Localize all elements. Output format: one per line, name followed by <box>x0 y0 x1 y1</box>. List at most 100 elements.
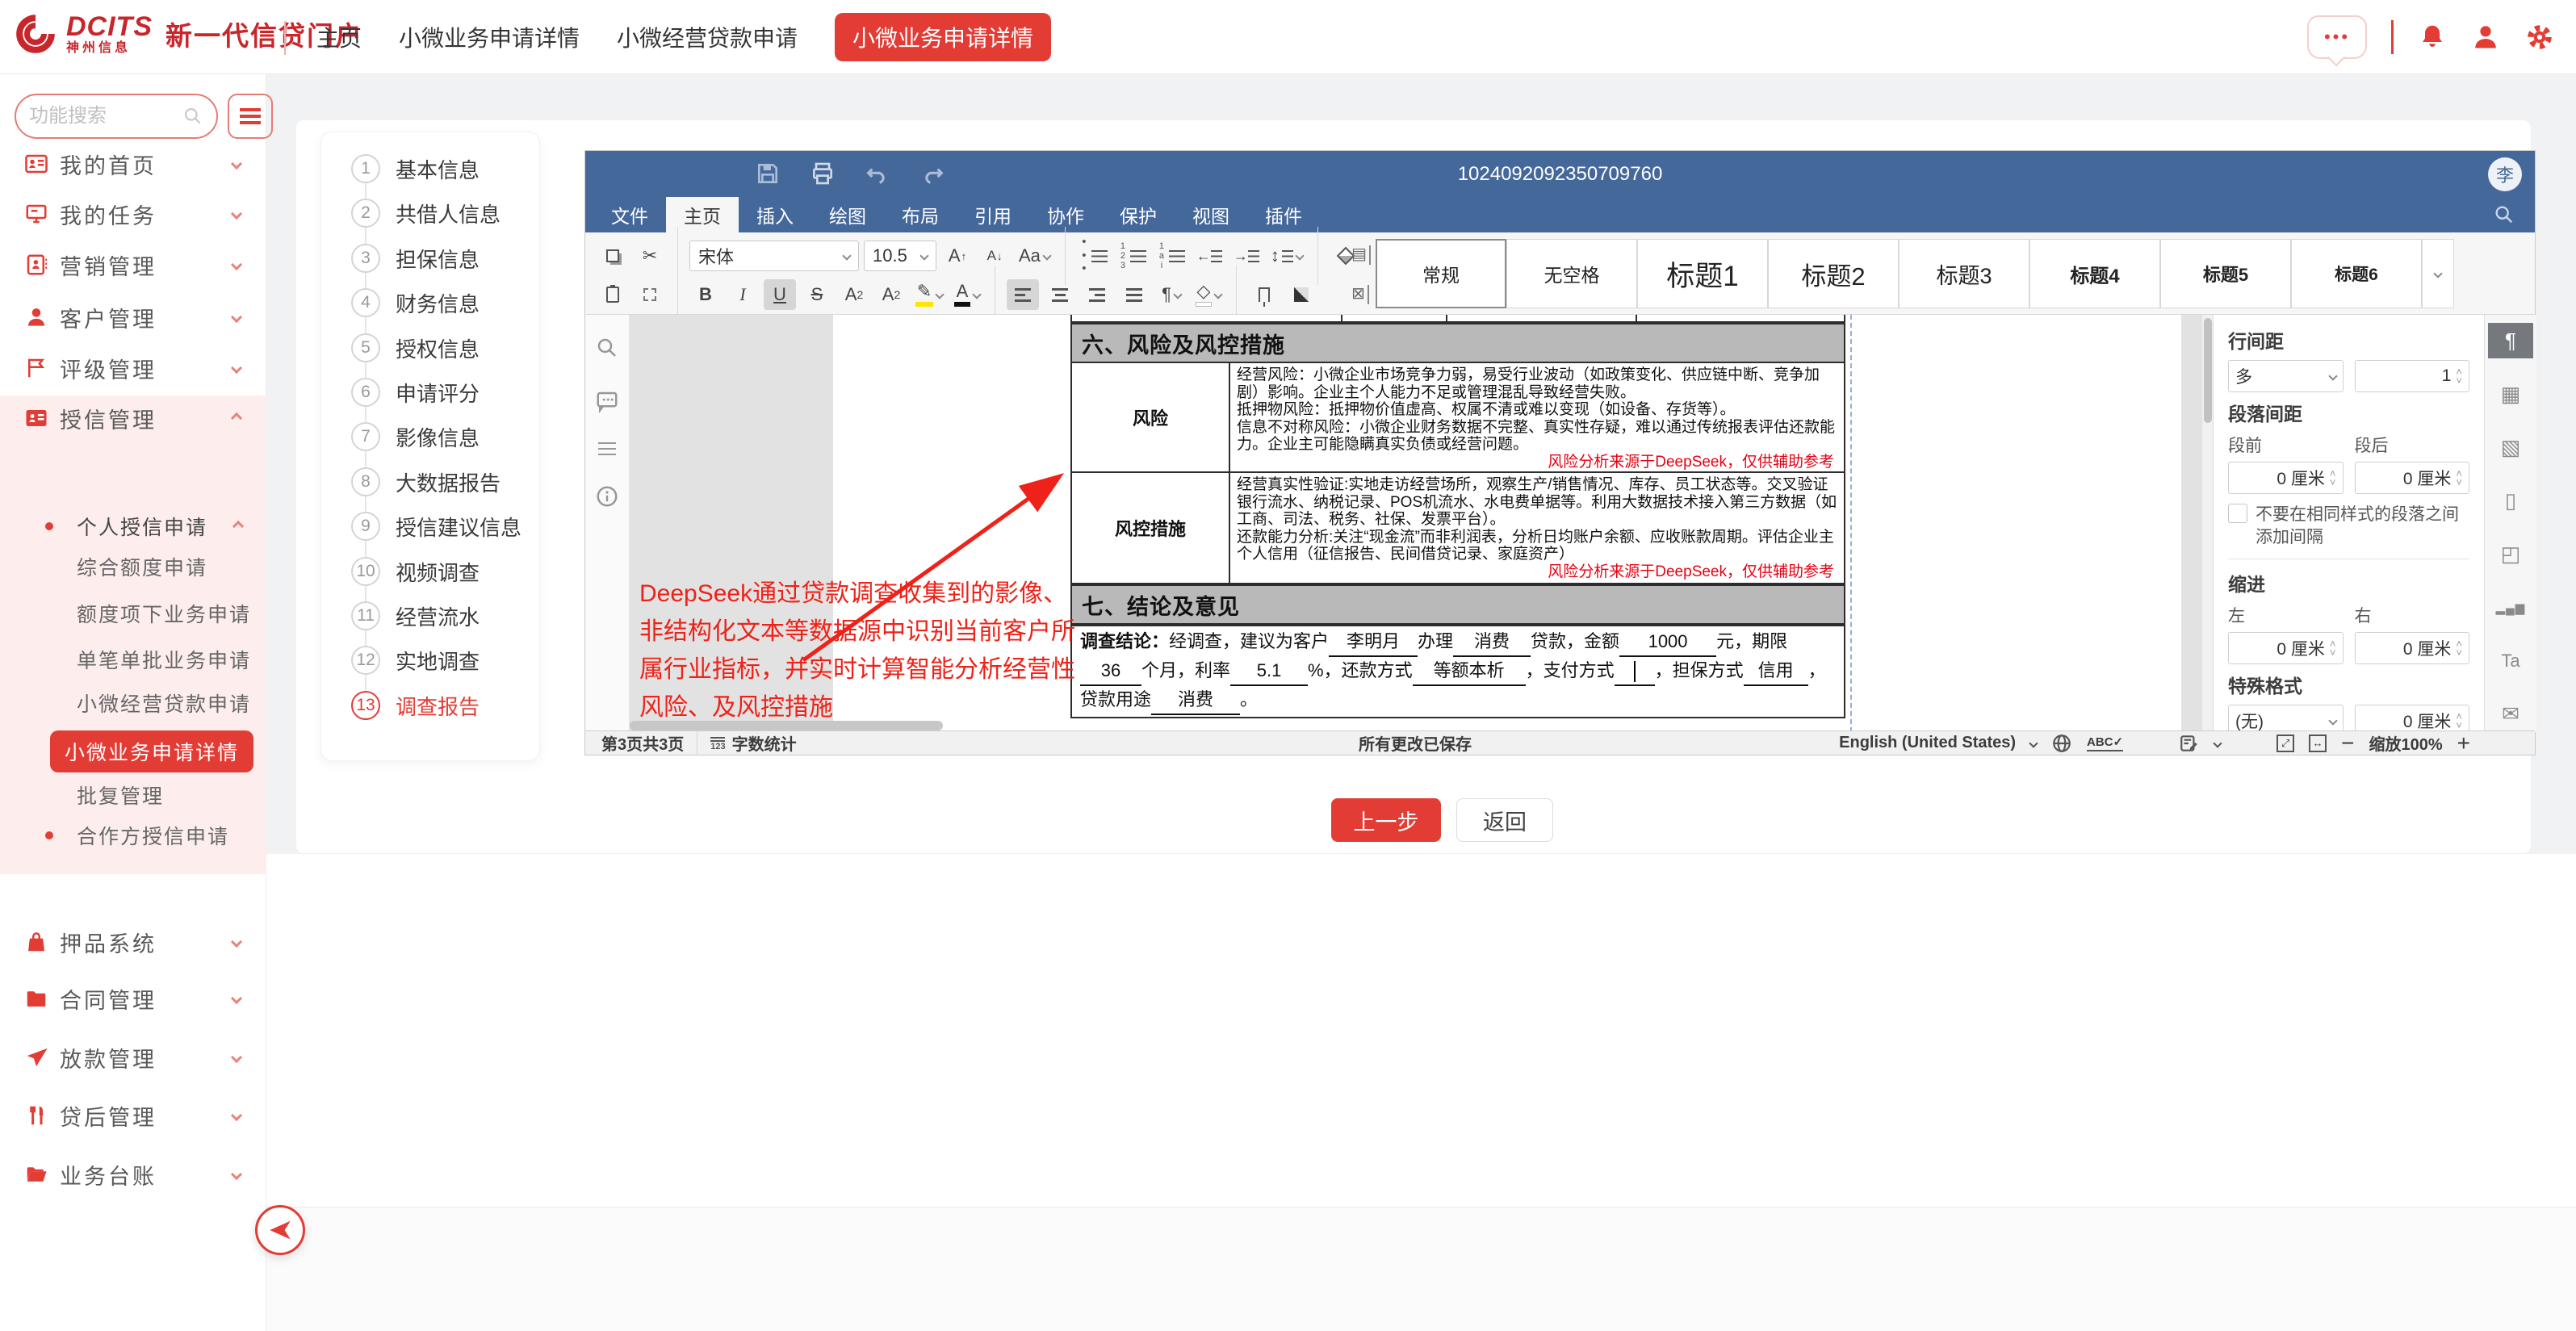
step-5[interactable]: 5授权信息 <box>321 326 541 370</box>
sidebar-item-marketing[interactable]: 营销管理 <box>0 245 266 284</box>
back-button[interactable]: 返回 <box>1456 798 1553 842</box>
field-amount[interactable]: 1000 <box>1619 628 1716 657</box>
numbered-list-button[interactable]: 123 <box>1116 241 1150 271</box>
sidebar-item-partner-credit[interactable]: 合作方授信申请 <box>0 818 266 853</box>
style-heading4[interactable]: 标题4 <box>2029 239 2160 308</box>
search-input[interactable] <box>29 105 182 128</box>
line-spacing-number[interactable]: 1˄˅ <box>2355 360 2470 392</box>
sidebar-item-disbursement[interactable]: 放款管理 <box>0 1038 266 1077</box>
step-7[interactable]: 7影像信息 <box>321 415 541 458</box>
collapse-sidebar-button[interactable] <box>255 1205 305 1255</box>
font-name-select[interactable]: 宋体 <box>689 241 859 271</box>
style-border-button[interactable]: ⊠ <box>1351 283 1371 303</box>
step-2[interactable]: 2共借人信息 <box>321 191 541 235</box>
paragraph-shading-button[interactable]: ◇ <box>1192 279 1225 310</box>
find-icon[interactable] <box>595 336 619 360</box>
globe-icon[interactable] <box>2051 733 2072 754</box>
paragraph-settings-icon[interactable]: ¶ <box>2488 323 2533 358</box>
sidebar-item-single-batch-apply[interactable]: 单笔单批业务申请 <box>0 642 266 677</box>
step-6[interactable]: 6申请评分 <box>321 370 541 414</box>
style-normal[interactable]: 常规 <box>1376 239 1506 308</box>
zoom-in-button[interactable]: + <box>2457 730 2470 756</box>
word-count-button[interactable]: 字数统计 <box>732 731 797 755</box>
grow-font-button[interactable]: A↑ <box>941 241 974 271</box>
bullet-list-button[interactable]: ••• <box>1077 241 1111 271</box>
avatar[interactable]: 李 <box>2488 157 2522 191</box>
track-changes-icon[interactable] <box>2179 733 2200 754</box>
superscript-button[interactable]: A2 <box>838 279 870 310</box>
special-format-select[interactable]: (无) <box>2228 705 2344 732</box>
nav-tab-micro-loan-apply[interactable]: 小微经营贷款申请 <box>617 21 798 53</box>
field-customer[interactable]: 李明月 <box>1329 628 1418 657</box>
page-mark-button[interactable] <box>1285 279 1317 310</box>
menu-tab-insert[interactable]: 插入 <box>739 197 811 232</box>
decrease-indent-button[interactable]: ← <box>1193 241 1225 271</box>
font-color-button[interactable]: A <box>951 279 983 310</box>
sidebar-item-approval-mgmt[interactable]: 批复管理 <box>0 777 266 813</box>
fit-width-button[interactable]: ↔ <box>2309 735 2327 752</box>
style-no-spacing[interactable]: 无空格 <box>1506 239 1637 308</box>
menu-tab-references[interactable]: 引用 <box>957 197 1029 232</box>
step-12[interactable]: 12实地调查 <box>321 638 541 682</box>
no-gap-checkbox-row[interactable]: 不要在相同样式的段落之间添加间隔 <box>2228 504 2469 549</box>
spacing-before-input[interactable]: 0 厘米˄˅ <box>2228 462 2344 494</box>
subscript-button[interactable]: A2 <box>875 279 907 310</box>
menu-tab-protection[interactable]: 保护 <box>1102 197 1175 232</box>
search-icon[interactable] <box>2493 203 2515 226</box>
special-format-size[interactable]: 0 厘米˄˅ <box>2355 705 2470 732</box>
change-case-button[interactable]: Aa <box>1016 241 1053 271</box>
nav-tab-micro-detail-active[interactable]: 小微业务申请详情 <box>835 13 1051 61</box>
sidebar-item-credit[interactable]: 授信管理 <box>0 399 266 437</box>
menu-tab-file[interactable]: 文件 <box>593 197 666 232</box>
field-repayment[interactable]: 等额本析 <box>1413 657 1526 686</box>
sidebar-item-contract[interactable]: 合同管理 <box>0 979 266 1018</box>
step-1[interactable]: 1基本信息 <box>321 147 541 190</box>
bold-button[interactable]: B <box>689 279 722 310</box>
font-size-select[interactable]: 10.5 <box>864 241 936 271</box>
line-spacing-button[interactable]: ↕ <box>1267 241 1306 271</box>
table-settings-icon[interactable]: ▦ <box>2488 376 2533 412</box>
vertical-scrollbar-track[interactable] <box>2201 315 2213 732</box>
styles-more-button[interactable] <box>2422 239 2454 308</box>
cut-button[interactable]: ✂ <box>634 241 666 271</box>
bell-icon[interactable] <box>2418 23 2447 52</box>
sidebar-item-collateral[interactable]: 押品系统 <box>0 923 266 961</box>
line-spacing-select[interactable]: 多 <box>2228 360 2344 392</box>
previous-step-button[interactable]: 上一步 <box>1331 798 1441 842</box>
nav-tab-home[interactable]: 主页 <box>316 21 362 53</box>
text-art-icon[interactable]: Ta <box>2488 643 2533 679</box>
copy-button[interactable] <box>597 241 629 271</box>
sidebar-search[interactable] <box>15 94 218 139</box>
justify-button[interactable] <box>1118 279 1150 310</box>
nav-tab-micro-detail[interactable]: 小微业务申请详情 <box>399 21 580 53</box>
more-actions-button[interactable]: ••• <box>2307 15 2367 59</box>
highlight-button[interactable]: ✎ <box>912 279 946 310</box>
shape-settings-icon[interactable]: ◰ <box>2488 537 2533 572</box>
spacing-after-input[interactable]: 0 厘米˄˅ <box>2355 462 2470 494</box>
style-heading3[interactable]: 标题3 <box>1899 239 2029 308</box>
menu-tab-view[interactable]: 视图 <box>1175 197 1247 232</box>
step-10[interactable]: 10视频调查 <box>321 550 541 593</box>
field-loan-type[interactable]: 消费 <box>1453 628 1531 657</box>
sidebar-item-business-ledger[interactable]: 业务台账 <box>0 1155 266 1194</box>
menu-tab-collaboration[interactable]: 协作 <box>1029 197 1102 232</box>
info-icon[interactable] <box>595 484 619 509</box>
sidebar-item-my-home[interactable]: 我的首页 <box>0 144 266 183</box>
sidebar-item-micro-detail-active[interactable]: 小微业务申请详情 <box>50 730 253 772</box>
style-heading6[interactable]: 标题6 <box>2291 239 2422 308</box>
field-rate[interactable]: 5.1 <box>1230 657 1308 686</box>
strikethrough-button[interactable]: S <box>801 279 833 310</box>
stepper-icon[interactable]: ˄˅ <box>2330 470 2336 486</box>
align-center-button[interactable] <box>1044 279 1076 310</box>
zoom-out-button[interactable]: − <box>2341 730 2354 756</box>
menu-tab-layout[interactable]: 布局 <box>884 197 957 232</box>
step-9[interactable]: 9授信建议信息 <box>321 504 541 548</box>
stepper-icon[interactable]: ˄˅ <box>2330 640 2336 656</box>
paste-button[interactable] <box>597 279 629 310</box>
indent-right-input[interactable]: 0 厘米˄˅ <box>2355 632 2470 664</box>
sidebar-item-micro-loan-apply[interactable]: 小微经营贷款申请 <box>0 685 266 721</box>
style-heading5[interactable]: 标题5 <box>2160 239 2291 308</box>
vertical-scrollbar-thumb[interactable] <box>2204 318 2212 423</box>
stepper-icon[interactable]: ˄˅ <box>2456 713 2462 729</box>
stepper-icon[interactable]: ˄˅ <box>2456 368 2462 384</box>
